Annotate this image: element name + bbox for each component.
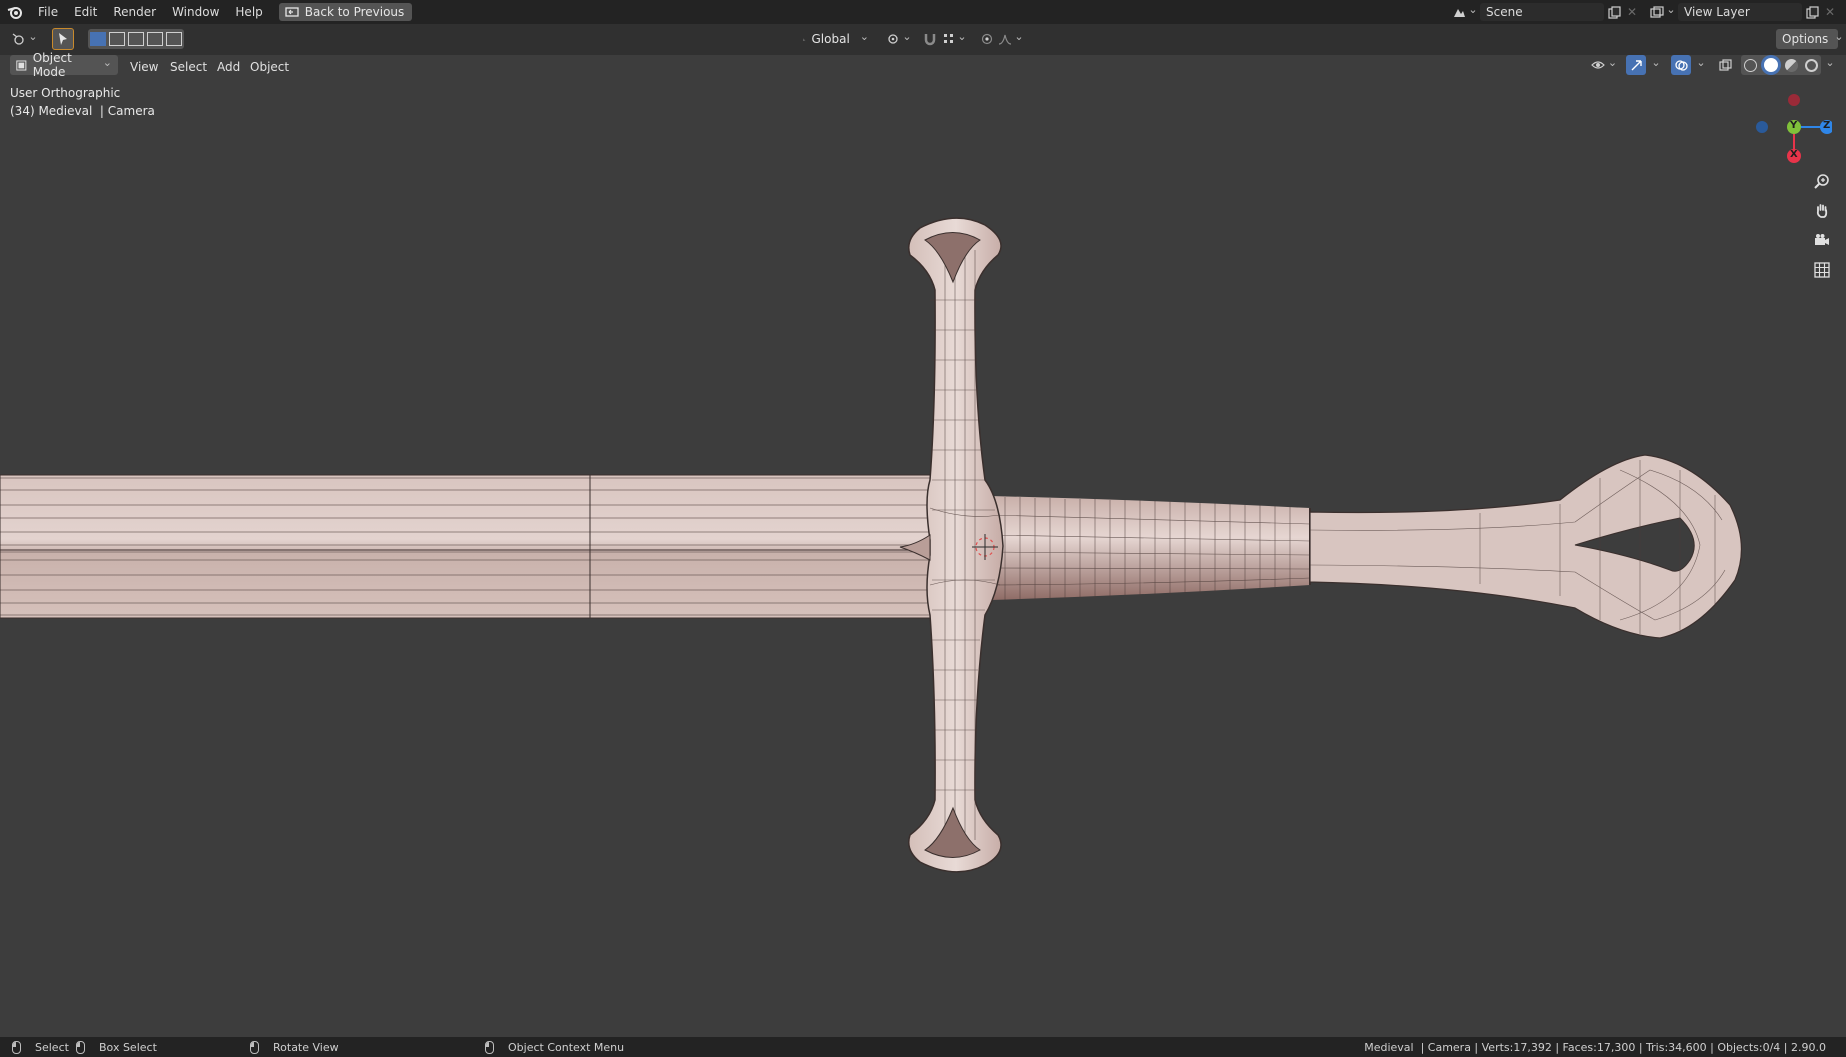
x-axis-label: X [1790,149,1798,160]
pivot-point-dropdown[interactable] [884,29,914,49]
grid-snap-icon [944,34,954,43]
top-menu-bar: File Edit Render Window Help Back to Pre… [0,0,1846,24]
falloff-curve-icon [999,34,1012,45]
mode-subtract-icon[interactable] [128,32,144,46]
x-neg-axis-dot [1788,94,1800,106]
options-dropdown[interactable]: Options [1776,29,1838,49]
crossguard[interactable] [899,217,1004,873]
status-bar: Select Box Select Rotate View Object Con… [0,1037,1846,1057]
status-box-select-label: Box Select [99,1040,157,1054]
z-axis-label: Z [1823,120,1831,131]
select-tool-button[interactable] [52,28,74,50]
transform-orientation-dropdown[interactable]: Global [797,29,875,49]
editor-type-dropdown[interactable] [8,29,42,49]
pommel[interactable] [1309,454,1743,639]
mode-extend-icon[interactable] [109,32,125,46]
scene-name-field[interactable]: Scene [1480,3,1604,21]
hand-icon [1816,204,1828,218]
status-context-menu-label: Object Context Menu [508,1040,625,1054]
z-neg-axis-dot [1756,121,1768,133]
back-to-previous-button[interactable]: Back to Previous [278,3,413,21]
render-layers-icon [1650,5,1664,18]
duplicate-icon [1607,5,1621,19]
remove-scene-button[interactable]: ✕ [1624,3,1640,21]
snap-target-dropdown[interactable] [940,29,970,49]
toggle-ortho-button[interactable] [1810,258,1834,282]
scene-statistics-text: Medieval | Camera | Verts:17,392 | Faces… [1364,1040,1826,1054]
close-icon: ✕ [1824,5,1836,19]
screen-icon [285,6,299,17]
new-view-layer-button[interactable] [1802,3,1822,21]
mouse-drag-icon [76,1040,85,1054]
proportional-falloff-dropdown[interactable] [996,29,1026,49]
orientation-global-icon [803,38,806,41]
scene-type-dropdown[interactable] [1452,3,1478,21]
cursor-arrow-icon [59,33,67,45]
new-scene-button[interactable] [1604,3,1624,21]
remove-view-layer-button[interactable]: ✕ [1822,3,1838,21]
proportional-icon [981,33,993,45]
view-layer-name-field[interactable]: View Layer [1678,3,1802,21]
scene-icon [1454,8,1466,17]
camera-view-button[interactable] [1810,228,1834,252]
options-label: Options [1782,32,1829,46]
view-name-label: User Orthographic [10,86,121,100]
mode-intersect-icon[interactable] [166,32,182,46]
status-context-menu: Object Context Menu [485,1037,624,1057]
magnet-icon [924,34,936,46]
status-rotate-view-label: Rotate View [273,1040,339,1054]
menu-file[interactable]: File [30,0,66,24]
blender-logo-icon[interactable] [0,5,30,19]
y-axis-label: Y [1790,120,1798,131]
mouse-middle-icon [250,1040,259,1054]
pivot-icon [888,34,899,44]
menu-window[interactable]: Window [164,0,227,24]
blade[interactable] [0,474,931,619]
mouse-left-icon [12,1040,21,1054]
mode-invert-icon[interactable] [147,32,163,46]
navigation-gizmo[interactable]: Y Z X [1752,85,1834,165]
orientation-label: Global [811,32,850,46]
status-select: Select [12,1037,69,1057]
snap-toggle[interactable] [920,29,940,49]
scene-statistics: Medieval | Camera | Verts:17,392 | Faces… [1364,1037,1826,1057]
status-select-label: Select [35,1040,69,1054]
tool-settings-bar: Global Options [0,24,1846,55]
close-icon: ✕ [1626,5,1638,19]
pan-view-button[interactable] [1810,198,1834,222]
status-rotate-view: Rotate View [250,1037,339,1057]
zoom-view-button[interactable] [1810,169,1834,193]
mouse-right-icon [485,1040,494,1054]
menu-help[interactable]: Help [227,0,270,24]
view-layer-type-dropdown[interactable] [1650,3,1676,21]
sword-mesh[interactable] [0,55,1846,1037]
back-to-previous-label: Back to Previous [304,5,405,19]
grip[interactable] [989,496,1311,600]
menu-edit[interactable]: Edit [66,0,105,24]
mode-new-icon[interactable] [90,32,106,46]
selection-mode-set[interactable] [88,29,184,49]
proportional-editing-toggle[interactable] [978,29,996,49]
menu-render[interactable]: Render [105,0,164,24]
status-box-select: Box Select [76,1037,157,1057]
camera-icon [1815,234,1829,245]
viewport-3d[interactable]: User Orthographic (34) Medieval | Camera… [0,55,1846,1037]
scene-name: Scene [1486,5,1523,19]
grid-icon [1814,262,1830,278]
viewport-editor-icon [13,32,25,45]
view-layer-name: View Layer [1684,5,1750,19]
object-context-label: (34) Medieval | Camera [10,104,155,118]
duplicate-icon [1805,5,1819,19]
zoom-icon [1814,174,1829,189]
